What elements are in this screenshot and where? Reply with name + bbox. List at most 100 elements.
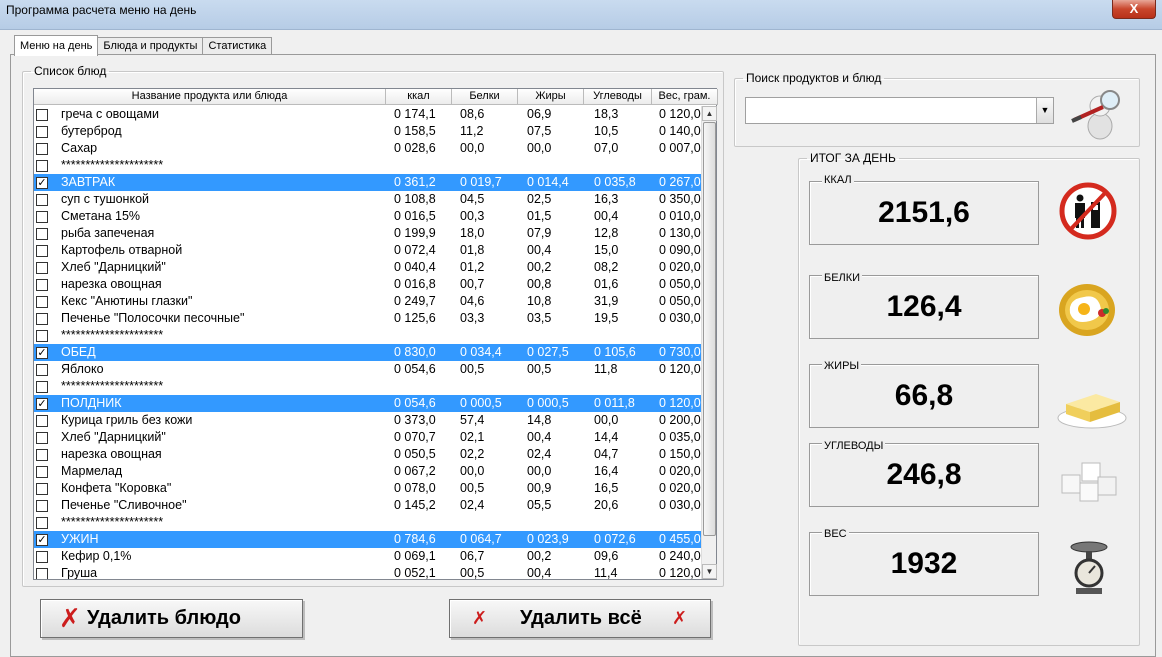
table-row[interactable]: ✓ УЖИН 0 784,6 0 064,7 0 023,9 0 072,6 0 455,0: [34, 531, 702, 548]
row-checkbox[interactable]: [36, 160, 48, 172]
table-row[interactable]: рыба запеченая 0 199,9 18,0 07,9 12,8 0 130,0: [34, 225, 702, 242]
table-row[interactable]: Сахар 0 028,6 00,0 00,0 07,0 0 007,0: [34, 140, 702, 157]
table-row[interactable]: Хлеб "Дарницкий" 0 040,4 01,2 00,2 08,2 0 020…: [34, 259, 702, 276]
search-group-title: Поиск продуктов и блюд: [746, 71, 882, 85]
col-header-protein[interactable]: Белки: [452, 89, 518, 105]
table-row[interactable]: *********************: [34, 378, 702, 395]
cell-weight: 0 120,0: [659, 396, 701, 410]
scroll-down-icon[interactable]: ▼: [702, 564, 717, 579]
cell-name: ЗАВТРАК: [61, 175, 116, 189]
cell-weight: 0 455,0: [659, 532, 701, 546]
delete-all-button[interactable]: ✗ Удалить всё ✗: [449, 599, 711, 638]
table-row[interactable]: Печенье "Полосочки песочные" 0 125,6 03,3 0…: [34, 310, 702, 327]
row-checkbox[interactable]: ✓: [36, 177, 48, 189]
row-checkbox[interactable]: [36, 449, 48, 461]
cell-weight: 0 020,0: [659, 260, 701, 274]
cell-protein: 00,3: [460, 209, 485, 223]
row-checkbox[interactable]: [36, 296, 48, 308]
row-checkbox[interactable]: [36, 415, 48, 427]
col-header-fat[interactable]: Жиры: [518, 89, 584, 105]
col-header-name[interactable]: Название продукта или блюда: [34, 89, 386, 105]
table-row[interactable]: *********************: [34, 157, 702, 174]
row-checkbox[interactable]: [36, 109, 48, 121]
row-checkbox[interactable]: [36, 143, 48, 155]
delete-dish-button[interactable]: ✗ Удалить блюдо: [40, 599, 303, 638]
row-checkbox[interactable]: ✓: [36, 398, 48, 410]
table-row[interactable]: Курица гриль без кожи 0 373,0 57,4 14,8 00,0…: [34, 412, 702, 429]
table-row[interactable]: суп с тушонкой 0 108,8 04,5 02,5 16,3 0 350,0: [34, 191, 702, 208]
table-row[interactable]: Хлеб "Дарницкий" 0 070,7 02,1 00,4 14,4 0 035…: [34, 429, 702, 446]
dish-list[interactable]: Название продукта или блюда ккал Белки Ж…: [33, 88, 718, 580]
row-checkbox[interactable]: [36, 330, 48, 342]
cell-name: *********************: [61, 158, 164, 172]
table-row[interactable]: Яблоко 0 054,6 00,5 00,5 11,8 0 120,0: [34, 361, 702, 378]
table-row[interactable]: бутерброд 0 158,5 11,2 07,5 10,5 0 140,0: [34, 123, 702, 140]
total-fat-value: 66,8: [894, 379, 954, 412]
table-row[interactable]: нарезка овощная 0 016,8 00,7 00,8 01,6 0 050,…: [34, 276, 702, 293]
table-row[interactable]: Груша 0 052,1 00,5 00,4 11,4 0 120,0: [34, 565, 702, 579]
table-row[interactable]: нарезка овощная 0 050,5 02,2 02,4 04,7 0 150,…: [34, 446, 702, 463]
row-checkbox[interactable]: [36, 313, 48, 325]
row-checkbox[interactable]: [36, 262, 48, 274]
table-row[interactable]: Печенье "Сливочное" 0 145,2 02,4 05,5 20,6 0 …: [34, 497, 702, 514]
row-checkbox[interactable]: [36, 279, 48, 291]
search-combobox[interactable]: ▼: [745, 97, 1054, 124]
row-checkbox[interactable]: [36, 432, 48, 444]
row-checkbox[interactable]: [36, 364, 48, 376]
row-checkbox[interactable]: [36, 245, 48, 257]
chevron-down-icon[interactable]: ▼: [1036, 98, 1053, 123]
scroll-thumb[interactable]: [703, 122, 716, 536]
cell-weight: 0 035,0: [659, 430, 701, 444]
row-checkbox[interactable]: [36, 517, 48, 529]
table-row[interactable]: Мармелад 0 067,2 00,0 00,0 16,4 0 020,0: [34, 463, 702, 480]
table-row[interactable]: Кекс "Анютины глазки" 0 249,7 04,6 10,8 31,9…: [34, 293, 702, 310]
cell-name: Мармелад: [61, 464, 123, 478]
scroll-up-icon[interactable]: ▲: [702, 106, 717, 121]
row-checkbox[interactable]: [36, 194, 48, 206]
row-checkbox[interactable]: [36, 228, 48, 240]
fried-egg-icon: [1059, 284, 1115, 336]
cell-protein: 57,4: [460, 413, 485, 427]
cell-name: УЖИН: [61, 532, 99, 546]
table-row[interactable]: греча с овощами 0 174,1 08,6 06,9 18,3 0 120,…: [34, 106, 702, 123]
close-button[interactable]: X: [1112, 0, 1156, 19]
row-checkbox[interactable]: [36, 466, 48, 478]
table-row[interactable]: *********************: [34, 327, 702, 344]
tab-dishes-products[interactable]: Блюда и продукты: [97, 37, 204, 55]
search-input[interactable]: [746, 98, 1036, 123]
row-checkbox[interactable]: [36, 500, 48, 512]
row-checkbox[interactable]: ✓: [36, 347, 48, 359]
table-row[interactable]: Конфета "Коровка" 0 078,0 00,5 00,9 16,5 0 02…: [34, 480, 702, 497]
table-row[interactable]: ✓ ПОЛДНИК 0 054,6 0 000,5 0 000,5 0 011,8 0 12…: [34, 395, 702, 412]
table-row[interactable]: ✓ ОБЕД 0 830,0 0 034,4 0 027,5 0 105,6 0 730,0: [34, 344, 702, 361]
table-row[interactable]: Картофель отварной 0 072,4 01,8 00,4 15,0 0 0…: [34, 242, 702, 259]
cell-weight: 0 030,0: [659, 311, 701, 325]
col-header-weight[interactable]: Вес, грам.: [652, 89, 718, 105]
row-checkbox[interactable]: [36, 483, 48, 495]
row-checkbox[interactable]: [36, 551, 48, 563]
tab-menu-day[interactable]: Меню на день: [14, 35, 99, 56]
cell-carbs: 0 011,8: [594, 396, 635, 410]
tab-statistics[interactable]: Статистика: [202, 37, 273, 55]
cell-fat: 00,0: [527, 141, 552, 155]
table-row[interactable]: Кефир 0,1% 0 069,1 06,7 00,2 09,6 0 240,0: [34, 548, 702, 565]
row-checkbox[interactable]: [36, 381, 48, 393]
list-scrollbar[interactable]: ▲ ▼: [701, 106, 717, 579]
total-kcal-box: 2151,6: [809, 181, 1039, 245]
table-row[interactable]: ✓ ЗАВТРАК 0 361,2 0 019,7 0 014,4 0 035,8 0 26…: [34, 174, 702, 191]
row-checkbox[interactable]: [36, 126, 48, 138]
cell-carbs: 0 035,8: [594, 175, 636, 189]
table-row[interactable]: *********************: [34, 514, 702, 531]
tab-strip: Меню на день Блюда и продукты Статистика: [14, 35, 273, 56]
cell-weight: 0 010,0: [659, 209, 701, 223]
row-checkbox[interactable]: [36, 568, 48, 579]
dish-list-title: Список блюд: [34, 64, 107, 78]
row-checkbox[interactable]: ✓: [36, 534, 48, 546]
total-kcal-value: 2151,6: [878, 196, 970, 229]
col-header-carbs[interactable]: Углеводы: [584, 89, 652, 105]
row-checkbox[interactable]: [36, 211, 48, 223]
col-header-kcal[interactable]: ккал: [386, 89, 452, 105]
table-row[interactable]: Сметана 15% 0 016,5 00,3 01,5 00,4 0 010,0: [34, 208, 702, 225]
cell-carbs: 15,0: [594, 243, 619, 257]
cell-name: рыба запеченая: [61, 226, 155, 240]
